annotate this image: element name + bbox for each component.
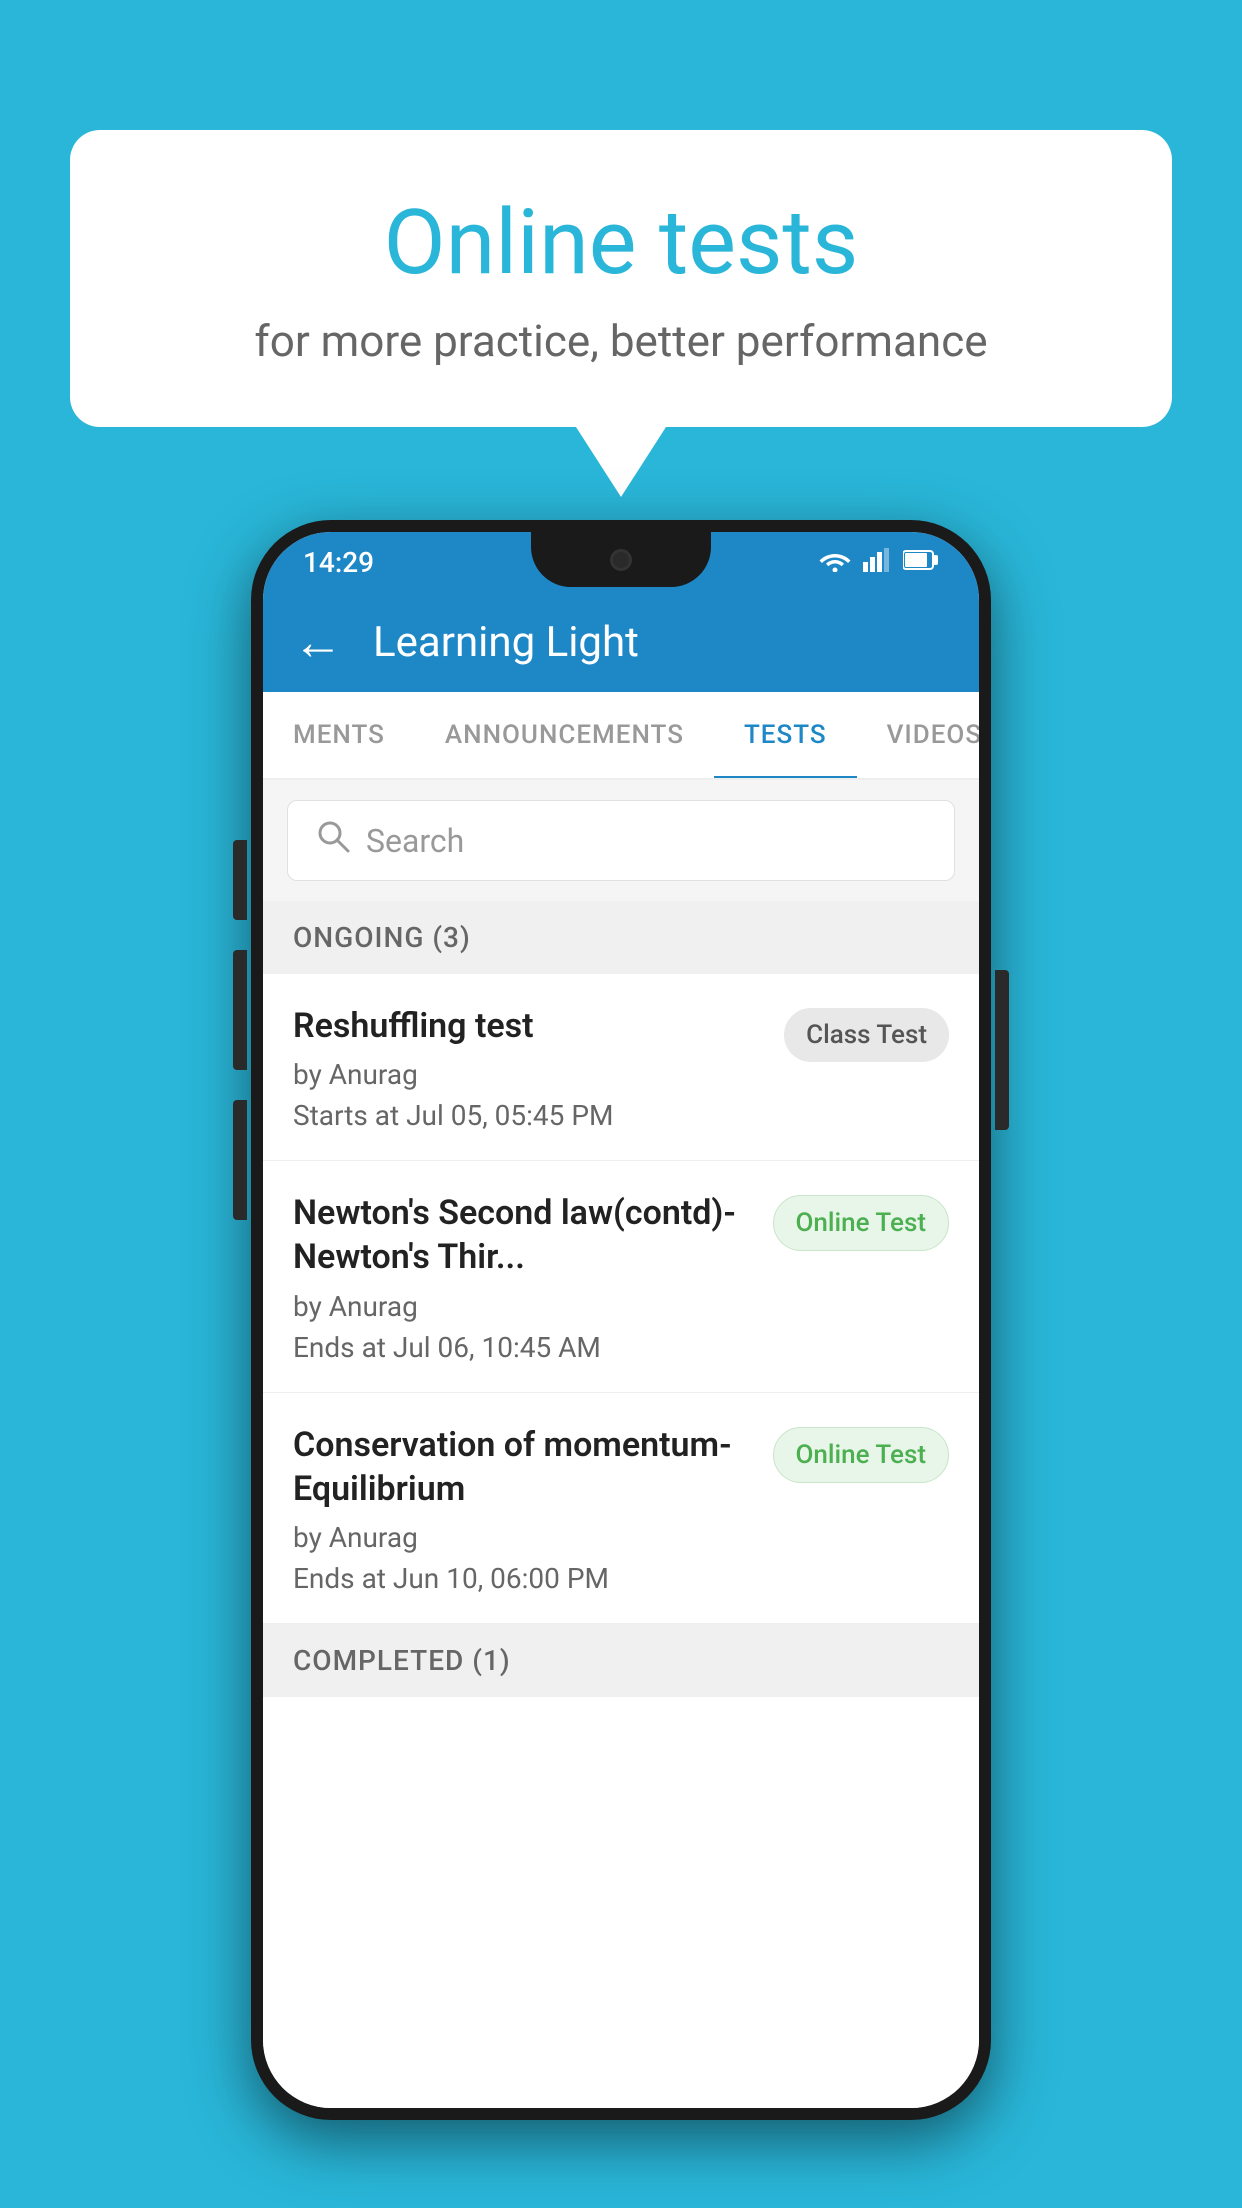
test-badge-1: Class Test: [784, 1008, 949, 1062]
app-header-title: Learning Light: [373, 618, 639, 667]
phone-container: 14:29: [251, 520, 991, 2120]
speech-bubble: Online tests for more practice, better p…: [70, 130, 1172, 427]
test-name-1: Reshuffling test: [293, 1004, 764, 1048]
test-badge-2: Online Test: [773, 1195, 950, 1251]
tab-announcements[interactable]: ANNOUNCEMENTS: [415, 692, 714, 778]
side-button-vol-up: [233, 950, 247, 1070]
battery-icon: [903, 549, 939, 575]
side-button-power: [995, 970, 1009, 1130]
front-camera: [610, 549, 632, 571]
test-badge-3: Online Test: [773, 1427, 950, 1483]
side-button-top: [233, 840, 247, 920]
test-item-1[interactable]: Reshuffling test by Anurag Starts at Jul…: [263, 974, 979, 1161]
test-author-1: by Anurag: [293, 1058, 764, 1091]
bubble-title: Online tests: [150, 190, 1092, 295]
bubble-subtitle: for more practice, better performance: [150, 315, 1092, 367]
phone-outer: 14:29: [251, 520, 991, 2120]
test-item-3[interactable]: Conservation of momentum-Equilibrium by …: [263, 1393, 979, 1624]
test-name-3: Conservation of momentum-Equilibrium: [293, 1423, 753, 1511]
status-icons: [819, 548, 939, 576]
tab-tests[interactable]: TESTS: [714, 692, 857, 778]
test-info-3: Conservation of momentum-Equilibrium by …: [293, 1423, 753, 1595]
test-name-2: Newton's Second law(contd)-Newton's Thir…: [293, 1191, 753, 1279]
ongoing-section-header: ONGOING (3): [263, 901, 979, 974]
speech-bubble-container: Online tests for more practice, better p…: [70, 130, 1172, 497]
back-button[interactable]: ←: [293, 613, 343, 672]
test-author-2: by Anurag: [293, 1290, 753, 1323]
tab-ments[interactable]: MENTS: [263, 692, 415, 778]
notch: [531, 532, 711, 587]
search-container: Search: [263, 780, 979, 901]
phone-screen: 14:29: [263, 532, 979, 2108]
test-date-1: Starts at Jul 05, 05:45 PM: [293, 1099, 764, 1132]
completed-section-header: COMPLETED (1): [263, 1624, 979, 1697]
signal-icon: [863, 548, 891, 576]
status-bar: 14:29: [263, 532, 979, 592]
wifi-icon: [819, 548, 851, 576]
tabs-bar: MENTS ANNOUNCEMENTS TESTS VIDEOS: [263, 692, 979, 780]
test-list: Reshuffling test by Anurag Starts at Jul…: [263, 974, 979, 2108]
test-date-3: Ends at Jun 10, 06:00 PM: [293, 1562, 753, 1595]
side-button-vol-down: [233, 1100, 247, 1220]
test-item-2[interactable]: Newton's Second law(contd)-Newton's Thir…: [263, 1161, 979, 1392]
tab-videos[interactable]: VIDEOS: [857, 692, 979, 778]
test-date-2: Ends at Jul 06, 10:45 AM: [293, 1331, 753, 1364]
test-author-3: by Anurag: [293, 1521, 753, 1554]
test-info-2: Newton's Second law(contd)-Newton's Thir…: [293, 1191, 753, 1363]
search-icon: [316, 819, 350, 862]
bubble-pointer: [576, 427, 666, 497]
test-info-1: Reshuffling test by Anurag Starts at Jul…: [293, 1004, 764, 1132]
app-header: ← Learning Light: [263, 592, 979, 692]
search-input[interactable]: Search: [366, 822, 464, 860]
status-time: 14:29: [303, 546, 374, 579]
search-bar[interactable]: Search: [287, 800, 955, 881]
